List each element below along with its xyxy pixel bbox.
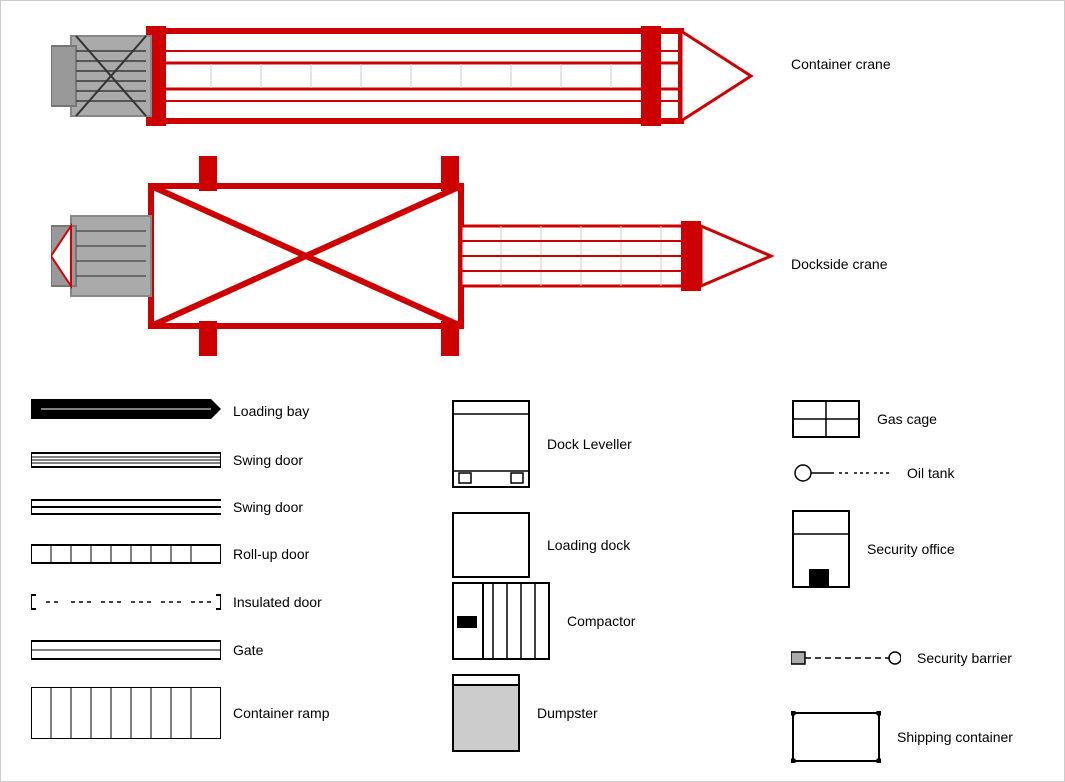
security-office-label: Security office <box>867 541 955 557</box>
gas-cage-label: Gas cage <box>877 411 937 427</box>
swing-door-2-item: Swing door <box>31 496 303 518</box>
swing-door-2-label: Swing door <box>233 499 303 515</box>
container-ramp-icon <box>31 687 221 739</box>
loading-bay-label: Loading bay <box>233 403 309 419</box>
rollup-door-label: Roll-up door <box>233 546 309 562</box>
gas-cage-icon <box>791 399 861 439</box>
gate-icon <box>31 639 221 661</box>
dumpster-icon <box>451 673 521 753</box>
loading-dock-icon <box>451 511 531 579</box>
dumpster-label: Dumpster <box>537 705 598 721</box>
rollup-door-icon <box>31 543 221 565</box>
compactor-label: Compactor <box>567 613 635 629</box>
compactor-item: Compactor <box>451 581 635 661</box>
loading-bay-item: Loading bay <box>31 399 309 423</box>
gate-label: Gate <box>233 642 263 658</box>
loading-bay-icon <box>31 399 221 423</box>
gas-cage-item: Gas cage <box>791 399 937 439</box>
main-page: Container crane Dockside crane <box>0 0 1065 782</box>
dock-leveller-item: Dock Leveller <box>451 399 632 489</box>
swing-door-2-icon <box>31 496 221 518</box>
container-crane-label: Container crane <box>791 56 891 72</box>
dockside-crane-svg <box>51 156 781 356</box>
rollup-door-item: Roll-up door <box>31 543 309 565</box>
insulated-door-label: Insulated door <box>233 594 322 610</box>
swing-door-1-item: Swing door <box>31 449 303 471</box>
insulated-door-icon <box>31 591 221 613</box>
dock-leveller-label: Dock Leveller <box>547 436 632 452</box>
dockside-crane-label: Dockside crane <box>791 256 888 272</box>
container-crane-svg <box>51 11 781 141</box>
security-barrier-item: Security barrier <box>791 646 1012 670</box>
swing-door-1-label: Swing door <box>233 452 303 468</box>
shipping-container-label: Shipping container <box>897 729 1013 745</box>
swing-door-1-icon <box>31 449 221 471</box>
insulated-door-item: Insulated door <box>31 591 322 613</box>
loading-dock-label: Loading dock <box>547 537 630 553</box>
oil-tank-item: Oil tank <box>791 461 954 485</box>
shipping-container-item: Shipping container <box>791 711 1013 763</box>
dock-leveller-icon <box>451 399 531 489</box>
gate-item: Gate <box>31 639 263 661</box>
loading-dock-item: Loading dock <box>451 511 630 579</box>
security-barrier-label: Security barrier <box>917 650 1012 666</box>
container-ramp-item: Container ramp <box>31 687 330 739</box>
compactor-icon <box>451 581 551 661</box>
security-barrier-icon <box>791 646 901 670</box>
security-office-icon <box>791 509 851 589</box>
container-ramp-label: Container ramp <box>233 705 330 721</box>
dumpster-item: Dumpster <box>451 673 598 753</box>
shipping-container-icon <box>791 711 881 763</box>
oil-tank-icon <box>791 461 891 485</box>
oil-tank-label: Oil tank <box>907 465 954 481</box>
security-office-item: Security office <box>791 509 955 589</box>
